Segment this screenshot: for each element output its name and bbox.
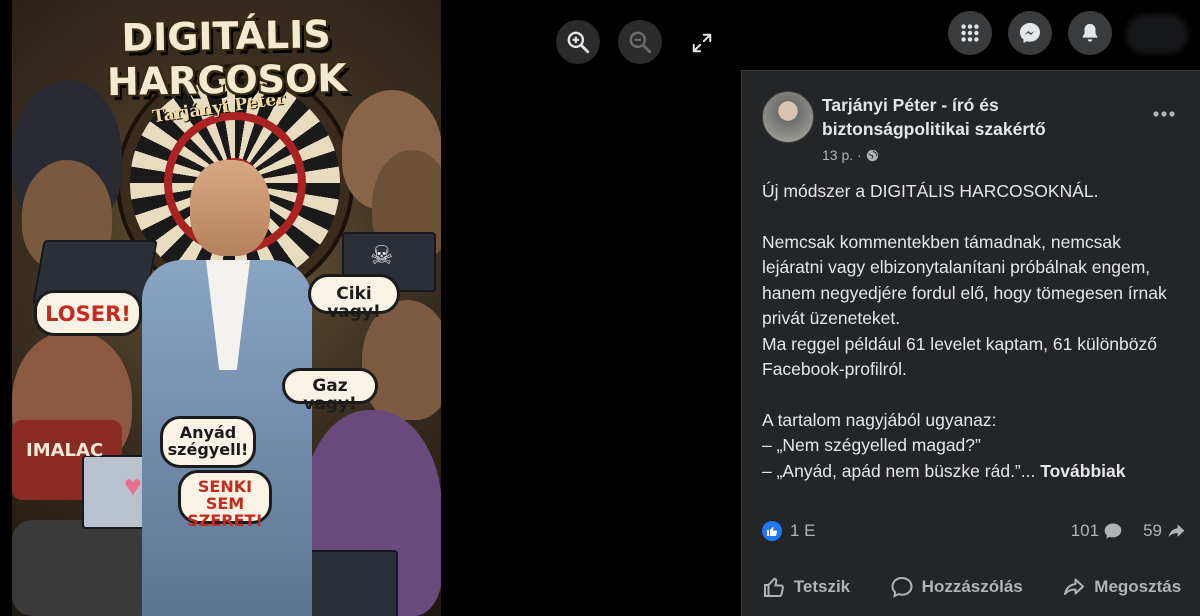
notifications-button[interactable] — [1068, 11, 1112, 55]
reaction-count[interactable]: 1 E — [790, 521, 816, 541]
comment-button[interactable]: Hozzászólás — [890, 575, 1023, 599]
zoom-in-button[interactable] — [556, 20, 600, 64]
post-meta: 13 p. · — [822, 147, 879, 163]
post-last-line-text: – „Anyád, apád nem büszke rád.”... — [762, 460, 1036, 481]
author-name[interactable]: Tarjányi Péter - író és biztonságpolitik… — [822, 93, 1122, 141]
messenger-button[interactable] — [1008, 11, 1052, 55]
post-image[interactable]: Tarjányi Péter ♥ ☠ ☠ DIGITÁLIS HARCOSOK … — [12, 0, 441, 616]
post-time[interactable]: 13 p. — [822, 147, 853, 163]
like-button[interactable]: Tetszik — [762, 575, 850, 599]
heart-icon: ♥ — [124, 470, 142, 503]
fullscreen-button[interactable] — [688, 29, 716, 57]
poster-title: DIGITÁLIS HARCOSOK — [106, 12, 348, 105]
zoom-out-button[interactable] — [618, 20, 662, 64]
comment-count-group[interactable]: 101 — [1071, 521, 1123, 541]
post-panel: Tarjányi Péter - író és biztonságpolitik… — [741, 70, 1200, 616]
post-actions: Tetszik Hozzászólás Megosztás — [742, 559, 1200, 615]
author-avatar[interactable] — [762, 91, 814, 143]
grid-menu-icon — [961, 24, 979, 42]
post-paragraph: Új módszer a DIGITÁLIS HARCOSOKNÁL. — [762, 181, 1099, 201]
speech-bubble-senki: SENKI SEM SZERET! — [178, 470, 272, 528]
comment-label: Hozzászólás — [921, 577, 1023, 596]
speech-bubble-gaz: Gaz vagy! — [282, 368, 378, 413]
account-button[interactable] — [1126, 14, 1188, 54]
share-icon — [1064, 578, 1085, 595]
messenger-icon — [1020, 23, 1040, 43]
speech-bubble-loser: LOSER! — [34, 290, 142, 336]
reaction-summary[interactable]: 1 E — [762, 521, 816, 541]
skull-icon: ☠ — [370, 240, 394, 270]
zoom-out-icon — [629, 31, 652, 54]
photo-viewer: Tarjányi Péter ♥ ☠ ☠ DIGITÁLIS HARCOSOK … — [0, 0, 741, 616]
speech-bubble-anyad: Anyád szégyell! — [160, 416, 256, 468]
post-options-button[interactable] — [1146, 101, 1182, 127]
menu-button[interactable] — [948, 11, 992, 55]
share-count: 59 — [1143, 521, 1162, 540]
post-paragraph: Nemcsak kommentekben támadnak, nemcsak l… — [762, 231, 1167, 380]
like-label: Tetszik — [793, 577, 851, 596]
comment-count: 101 — [1070, 521, 1100, 540]
like-reaction-icon — [762, 521, 782, 541]
globe-icon — [866, 149, 878, 161]
bell-icon — [1082, 23, 1098, 42]
engagement-counts: 101 59 — [1071, 521, 1186, 541]
meta-separator: · — [857, 147, 862, 163]
share-label: Megosztás — [1094, 577, 1182, 596]
expand-icon — [692, 33, 712, 53]
comment-icon — [891, 576, 913, 598]
zoom-in-icon — [567, 31, 590, 54]
comment-bubble-icon — [1104, 523, 1122, 539]
see-more-link[interactable]: Továbbiak — [1040, 461, 1125, 481]
share-button[interactable]: Megosztás — [1062, 575, 1181, 599]
share-count-group[interactable]: 59 — [1143, 521, 1186, 541]
thumbs-up-icon — [763, 577, 784, 597]
post-paragraph: A tartalom nagyjából ugyanaz: – „Nem szé… — [762, 409, 997, 456]
post-body: Új módszer a DIGITÁLIS HARCOSOKNÁL. Nemc… — [762, 179, 1182, 484]
post-last-line: – „Anyád, apád nem büszke rád.”... Továb… — [762, 459, 1182, 485]
more-options-icon — [1153, 111, 1175, 117]
shirt-text: IMALAC — [26, 440, 104, 461]
speech-bubble-ciki: Ciki vagy! — [308, 274, 400, 321]
share-arrow-icon — [1168, 524, 1185, 538]
